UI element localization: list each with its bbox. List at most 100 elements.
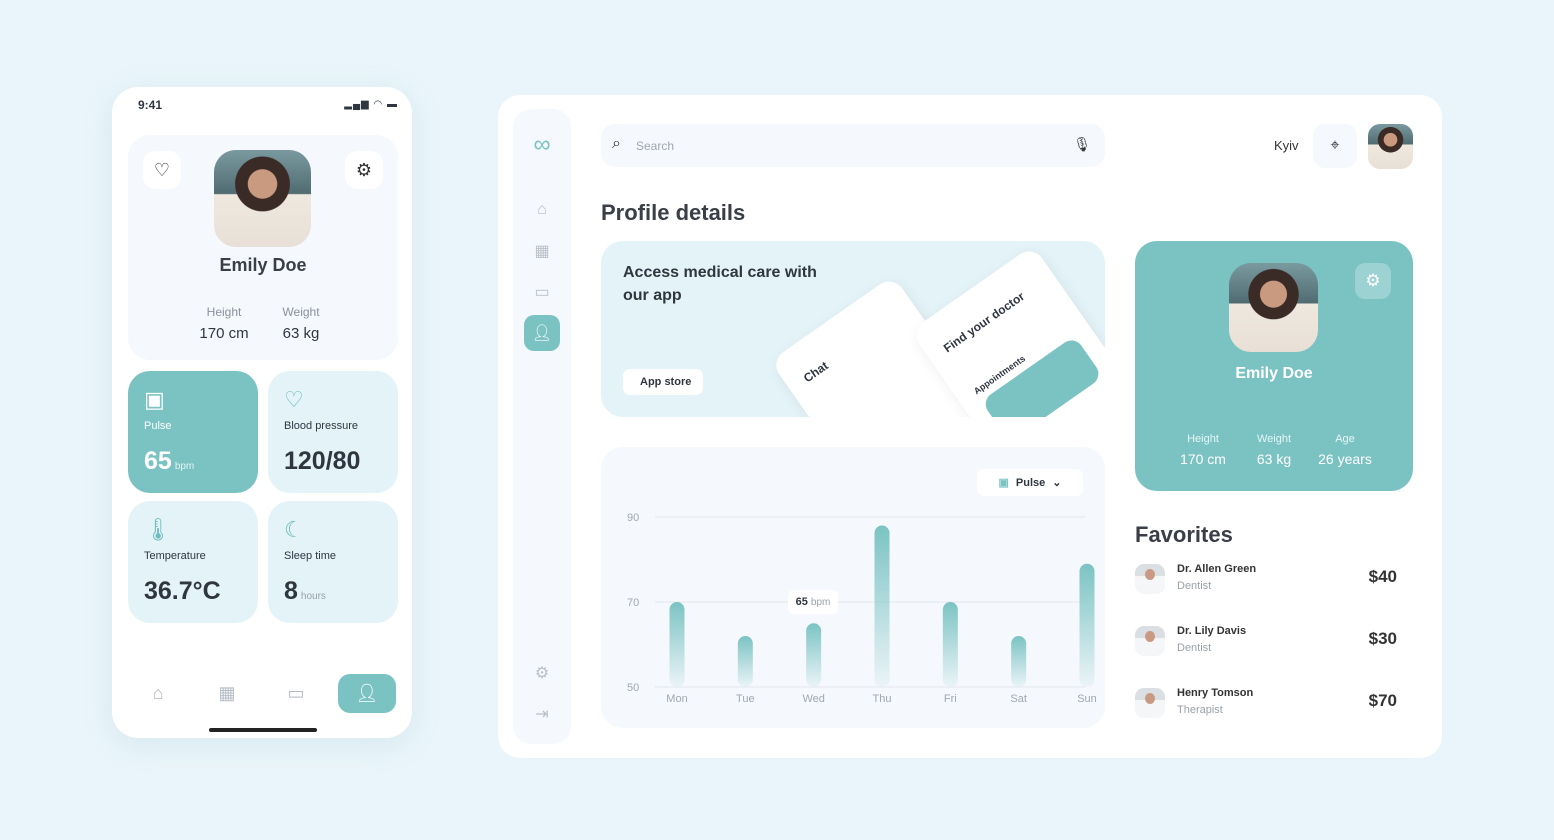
favorites-title: Favorites — [1135, 522, 1233, 547]
search-bar[interactable]: ⌕ Search 🎙︎ — [601, 124, 1105, 167]
tile-value: 8 — [284, 577, 298, 605]
profile-summary-card: ⚙ Emily Doe Height 170 cm Weight 63 kg A… — [1135, 241, 1413, 491]
promo-title: Access medical care with our app — [623, 264, 817, 304]
tile-label: Blood pressure — [284, 420, 358, 432]
doctor-role: Dentist — [1177, 580, 1212, 592]
tile-value: 36.7°C — [144, 577, 221, 605]
x-tick-label: Fri — [944, 693, 957, 705]
x-tick-label: Sat — [1010, 693, 1027, 705]
bar-mon — [669, 602, 685, 687]
avatar — [214, 150, 311, 247]
sidebar-chat-icon[interactable]: ▭ — [524, 274, 560, 310]
sidebar-home-icon[interactable]: ⌂ — [524, 192, 560, 228]
favorite-doctor-item[interactable]: Dr. Allen Green Dentist $40 — [1135, 562, 1405, 598]
search-icon: ⌕ — [612, 135, 621, 152]
doctor-price: $40 — [1368, 567, 1397, 586]
nav-home-icon[interactable]: ⌂ — [138, 683, 178, 704]
bar-sun — [1079, 563, 1095, 687]
tile-unit: hours — [300, 591, 326, 602]
tile-label: Pulse — [144, 420, 172, 432]
tooltip-value: 65 — [795, 596, 808, 609]
city-label: Kyiv — [1274, 138, 1299, 153]
app-store-button[interactable]: App store — [623, 369, 704, 395]
mock-chat-title: Chat — [800, 358, 831, 386]
nav-calendar-icon[interactable]: ▦ — [207, 683, 247, 704]
bar-thu — [874, 525, 890, 687]
status-icons: ▂▄▆ ◠ ▬ — [344, 99, 398, 110]
home-indicator — [209, 728, 317, 732]
bar-sat — [1011, 636, 1027, 687]
tile-label: Sleep time — [284, 550, 336, 562]
user-avatar[interactable] — [1368, 124, 1413, 169]
profile-card: ♡ ⚙ Emily Doe Height 170 cm Weight 63 kg — [128, 135, 398, 360]
height-label: Height — [206, 305, 242, 319]
bar-chart: 90 70 50 Mon Tue Wed Thu Fri Sat Sun — [627, 512, 1097, 705]
logo-icon: ∞ — [533, 131, 551, 158]
doctor-price: $70 — [1368, 691, 1397, 710]
pulse-chart-card: ▣ Pulse ⌄ 90 70 50 Mon Tue Wed Thu Fri Sat Sun 65 bp… — [601, 447, 1105, 728]
page-title: Profile details — [601, 200, 746, 225]
pulse-tile[interactable]: ▣ Pulse 65 bpm — [128, 371, 258, 493]
doctor-role: Dentist — [1177, 642, 1212, 654]
mobile-app: 9:41 ▂▄▆ ◠ ▬ ♡ ⚙ Emily Doe Height 170 cm… — [112, 87, 412, 738]
location-pin-icon[interactable]: ⌖ — [1313, 124, 1357, 168]
sidebar-calendar-icon[interactable]: ▦ — [524, 233, 560, 269]
bar-wed — [806, 623, 822, 687]
favorite-doctor-item[interactable]: Dr. Lily Davis Dentist $30 — [1135, 624, 1405, 660]
doctor-role: Therapist — [1177, 704, 1223, 716]
status-time: 9:41 — [138, 98, 163, 112]
doctor-photo — [1135, 688, 1165, 718]
tooltip-unit: bpm — [810, 596, 831, 608]
height-label: Height — [1187, 433, 1219, 445]
x-tick-label: Tue — [736, 693, 755, 705]
x-tick-label: Mon — [666, 693, 687, 705]
app-store-label: App store — [640, 376, 692, 388]
doctor-name: Dr. Allen Green — [1177, 563, 1257, 575]
favorite-heart-icon[interactable]: ♡ — [143, 151, 181, 189]
profile-name: Emily Doe — [1235, 365, 1313, 382]
tile-unit: bpm — [174, 461, 195, 472]
tile-value: 120/80 — [284, 447, 361, 475]
avatar — [1229, 263, 1318, 352]
sleep-time-tile[interactable]: ☾ Sleep time 8 hours — [268, 501, 398, 623]
doctor-photo — [1135, 564, 1165, 594]
sidebar: ∞ ⌂ ▦ ▭ 👤︎ ⚙ ⇥ — [513, 109, 571, 744]
blood-pressure-tile[interactable]: ♡ Blood pressure 120/80 — [268, 371, 398, 493]
weight-label: Weight — [1256, 433, 1292, 445]
heart-rate-icon: ♡ — [284, 387, 304, 412]
moon-stars-icon: ☾ — [284, 517, 304, 542]
sidebar-logout-icon[interactable]: ⇥ — [524, 696, 560, 732]
height-value: 170 cm — [199, 325, 249, 342]
mock-doctor-title: Find your doctor — [940, 289, 1027, 356]
y-tick-label: 50 — [627, 682, 639, 694]
tile-value: 65 — [144, 447, 172, 475]
doctor-name: Dr. Lily Davis — [1177, 625, 1247, 637]
age-value: 26 years — [1318, 451, 1372, 467]
sidebar-settings-icon[interactable]: ⚙ — [524, 655, 560, 691]
y-tick-label: 70 — [627, 597, 639, 609]
y-tick-label: 90 — [627, 512, 639, 524]
settings-gear-icon[interactable]: ⚙ — [1355, 263, 1391, 299]
app-promo-banner: Access medical care with our app App sto… — [601, 241, 1105, 417]
tile-label: Temperature — [144, 550, 206, 562]
temperature-tile[interactable]: 🌡 Temperature 36.7°C — [128, 501, 258, 623]
nav-chat-icon[interactable]: ▭ — [276, 683, 316, 704]
height-value: 170 cm — [1180, 451, 1226, 467]
weight-label: Weight — [282, 305, 320, 319]
profile-name: Emily Doe — [219, 255, 307, 275]
doctor-photo — [1135, 626, 1165, 656]
doctor-price: $30 — [1368, 629, 1397, 648]
age-label: Age — [1335, 433, 1355, 445]
weight-value: 63 kg — [282, 325, 320, 342]
microphone-icon[interactable]: 🎙︎ — [1073, 136, 1091, 153]
nav-profile-icon[interactable]: 👤︎ — [338, 674, 396, 713]
favorite-doctor-item[interactable]: Henry Tomson Therapist $70 — [1135, 686, 1405, 722]
sidebar-profile-icon[interactable]: 👤︎ — [524, 315, 560, 351]
bar-tue — [737, 636, 753, 687]
search-input[interactable]: Search — [636, 139, 674, 153]
settings-gear-icon[interactable]: ⚙ — [345, 151, 383, 189]
x-tick-label: Wed — [802, 693, 824, 705]
thermometer-icon: 🌡 — [144, 517, 172, 542]
x-tick-label: Thu — [873, 693, 892, 705]
x-tick-label: Sun — [1077, 693, 1097, 705]
